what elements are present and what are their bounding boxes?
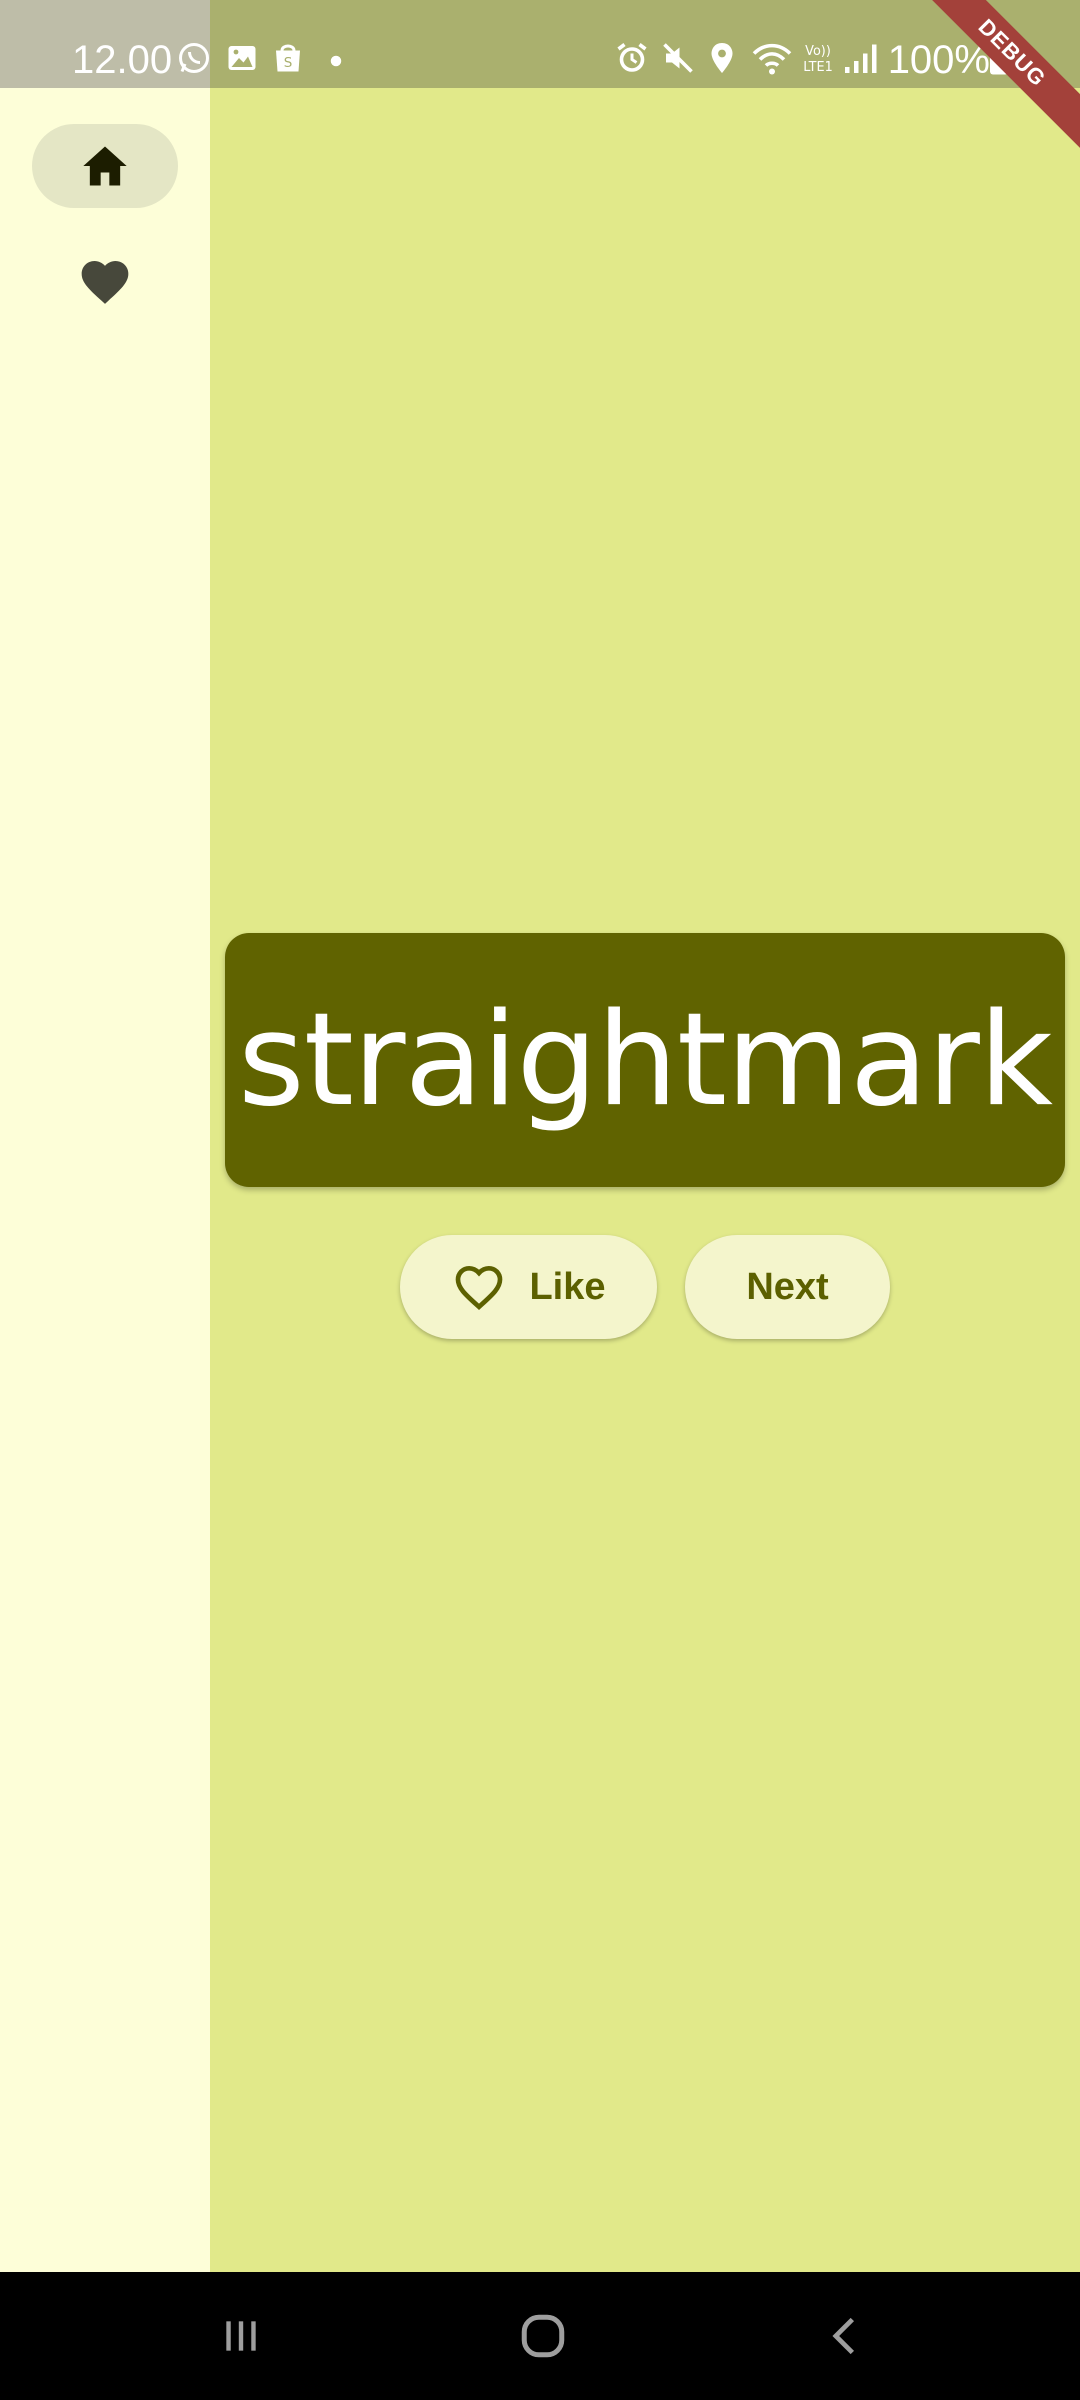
location-icon bbox=[711, 43, 733, 73]
shopping-bag-icon: S bbox=[276, 44, 300, 72]
alarm-icon bbox=[617, 43, 647, 72]
next-button-label: Next bbox=[746, 1265, 829, 1308]
next-button[interactable]: Next bbox=[685, 1235, 890, 1339]
whatsapp-icon bbox=[179, 43, 209, 73]
battery-percent: 100% bbox=[887, 38, 990, 82]
app-screen: 12.00 S Vo)) LTE1 100% DEBUG straightmar… bbox=[0, 0, 1080, 2400]
volte-icon: Vo)) LTE1 bbox=[803, 44, 833, 75]
word-card: straightmark bbox=[225, 933, 1065, 1187]
svg-text:Vo)): Vo)) bbox=[805, 44, 831, 59]
recents-icon bbox=[226, 2321, 256, 2351]
home-icon bbox=[83, 146, 127, 186]
system-navigation-bar bbox=[0, 2272, 1080, 2400]
svg-text:S: S bbox=[284, 55, 293, 71]
svg-text:LTE1: LTE1 bbox=[803, 60, 833, 75]
home-circle-icon bbox=[521, 2314, 565, 2358]
like-button-label: Like bbox=[529, 1265, 606, 1308]
heart-outline-icon bbox=[451, 1259, 507, 1315]
heart-icon bbox=[81, 261, 129, 304]
status-bar: 12.00 S Vo)) LTE1 100% bbox=[0, 0, 1080, 88]
wifi-icon bbox=[752, 43, 792, 75]
back-button[interactable] bbox=[815, 2306, 875, 2366]
dot-icon bbox=[330, 55, 342, 67]
status-time: 12.00 bbox=[72, 38, 173, 82]
signal-icon bbox=[845, 44, 877, 73]
gallery-icon bbox=[228, 46, 256, 70]
navigation-rail bbox=[0, 88, 210, 2272]
rail-item-favorites[interactable] bbox=[32, 240, 178, 324]
rail-item-home[interactable] bbox=[32, 124, 178, 208]
mute-icon bbox=[663, 43, 693, 73]
word-text: straightmark bbox=[238, 985, 1053, 1135]
like-button[interactable]: Like bbox=[400, 1235, 657, 1339]
recents-button[interactable] bbox=[211, 2306, 271, 2366]
back-icon bbox=[832, 2317, 855, 2355]
home-nav-button[interactable] bbox=[513, 2306, 573, 2366]
